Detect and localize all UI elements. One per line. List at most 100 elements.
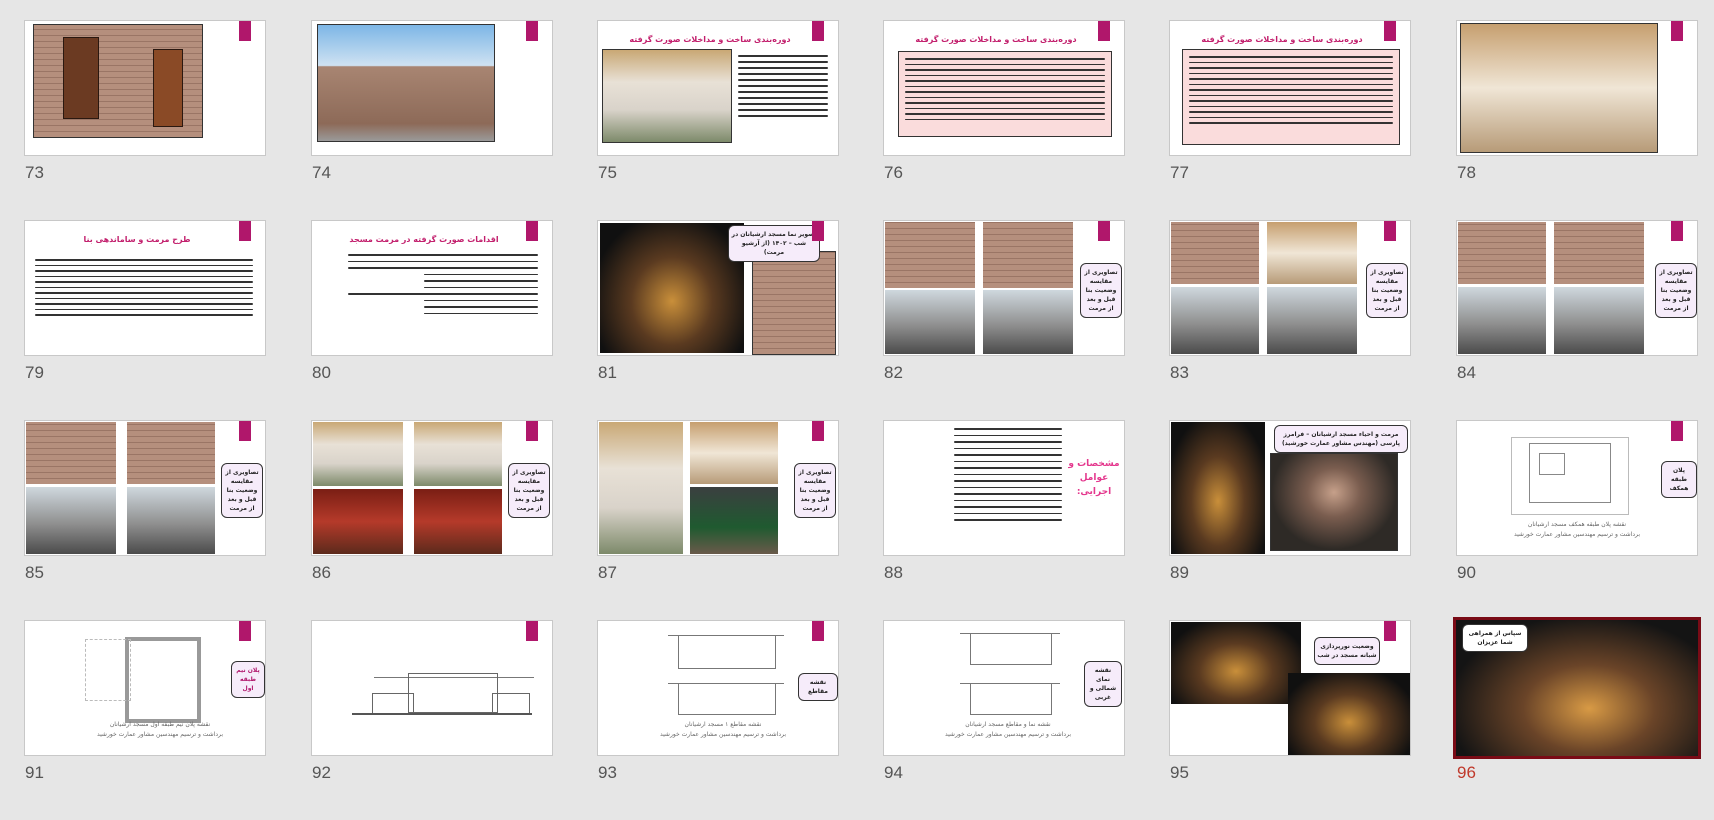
slide-number: 83 <box>1170 363 1189 382</box>
slide-preview[interactable]: وضعیت نورپردازی شبانه مسجد در شب <box>1169 620 1411 756</box>
slide-preview[interactable]: دوره‌بندی ساخت و مداخلات صورت گرفته <box>597 20 839 156</box>
slide-preview[interactable]: دوره‌بندی ساخت و مداخلات صورت گرفته <box>1169 20 1411 156</box>
slide-preview[interactable]: نقشه پلان نیم طبقه اول مسجد ارشیانان برد… <box>24 620 266 756</box>
slide-thumbnail-95[interactable]: وضعیت نورپردازی شبانه مسجد در شب 95 <box>1169 620 1455 820</box>
slide-accent-tab <box>239 221 251 241</box>
slide-preview[interactable] <box>311 620 553 756</box>
slide-preview[interactable] <box>1456 20 1698 156</box>
slide-caption-label: پلان طبقه همکف <box>1661 461 1697 498</box>
slide-caption-label: تصاویری از مقایسه وضعیت بنا قبل و بعد از… <box>221 463 263 518</box>
slide-caption-label: تصاویری از مقایسه وضعیت بنا قبل و بعد از… <box>508 463 550 518</box>
slide-thumbnail-83[interactable]: تصاویری از مقایسه وضعیت بنا قبل و بعد از… <box>1169 220 1455 420</box>
slide-preview[interactable]: اقدامات صورت گرفته در مرمت مسجد <box>311 220 553 356</box>
slide-number: 85 <box>25 563 44 582</box>
slide-title: دوره‌بندی ساخت و مداخلات صورت گرفته <box>629 35 791 44</box>
slide-title: طرح مرمت و ساماندهی بنا <box>83 235 191 244</box>
slide-accent-tab <box>812 421 824 441</box>
slide-number: 88 <box>884 563 903 582</box>
slide-body-text <box>954 423 1062 526</box>
slide-preview[interactable]: سپاس از همراهی شما عزیزان <box>1453 617 1701 759</box>
slide-number: 93 <box>598 763 617 782</box>
slide-preview[interactable]: نقشه پلان طبقه همکف مسجد ارشیانان برداشت… <box>1456 420 1698 556</box>
slide-preview[interactable]: طرح مرمت و ساماندهی بنا <box>24 220 266 356</box>
slide-thumbnail-74[interactable]: 74 <box>311 20 597 220</box>
slide-accent-tab <box>526 21 538 41</box>
slide-number: 84 <box>1457 363 1476 382</box>
slide-preview[interactable] <box>24 20 266 156</box>
slide-accent-tab <box>526 221 538 241</box>
slide-body-text <box>35 255 253 320</box>
slide-accent-tab <box>1384 21 1396 41</box>
slide-thumbnail-81[interactable]: تصویر نما مسجد ارشیانان در شب – ۱۴۰۲ (از… <box>597 220 883 420</box>
slide-number: 81 <box>598 363 617 382</box>
slide-accent-tab <box>812 221 824 241</box>
slide-thumbnail-93[interactable]: نقشه مقاطع ۱ مسجد ارشیانان برداشت و ترسی… <box>597 620 883 820</box>
slide-thumbnail-88[interactable]: مشخصات و عوامل اجرایی: 88 <box>883 420 1169 620</box>
slide-number: 75 <box>598 163 617 182</box>
slide-thumbnail-96-selected[interactable]: سپاس از همراهی شما عزیزان 96 <box>1453 617 1714 820</box>
slide-preview[interactable]: مرمت و احیاء مسجد ارشیانان – فرامرز پارس… <box>1169 420 1411 556</box>
slide-number: 92 <box>312 763 331 782</box>
slide-number: 80 <box>312 363 331 382</box>
slide-thumbnail-73[interactable]: 73 <box>24 20 310 220</box>
slide-preview[interactable]: دوره‌بندی ساخت و مداخلات صورت گرفته <box>883 20 1125 156</box>
slide-body-text <box>348 249 538 319</box>
slide-thumbnail-80[interactable]: اقدامات صورت گرفته در مرمت مسجد 80 <box>311 220 597 420</box>
slide-accent-tab <box>239 421 251 441</box>
slide-preview[interactable]: تصاویری از مقایسه وضعیت بنا قبل و بعد از… <box>1456 220 1698 356</box>
slide-accent-tab <box>1671 221 1683 241</box>
slide-body-text <box>738 51 828 121</box>
slide-thumbnail-86[interactable]: تصاویری از مقایسه وضعیت بنا قبل و بعد از… <box>311 420 597 620</box>
slide-number: 79 <box>25 363 44 382</box>
slide-preview[interactable]: تصاویری از مقایسه وضعیت بنا قبل و بعد از… <box>311 420 553 556</box>
slide-drawing-credit: برداشت و ترسیم مهندسین مشاور عمارت خورشی… <box>1513 531 1641 538</box>
slide-accent-tab <box>1098 221 1110 241</box>
slide-preview[interactable]: تصاویری از مقایسه وضعیت بنا قبل و بعد از… <box>597 420 839 556</box>
slide-caption-label: تصاویری از مقایسه وضعیت بنا قبل و بعد از… <box>1366 263 1408 318</box>
slide-number: 90 <box>1457 563 1476 582</box>
slide-preview[interactable]: مشخصات و عوامل اجرایی: <box>883 420 1125 556</box>
slide-accent-tab <box>812 621 824 641</box>
slide-thumbnail-92[interactable]: 92 <box>311 620 597 820</box>
slide-preview[interactable]: تصاویری از مقایسه وضعیت بنا قبل و بعد از… <box>24 420 266 556</box>
slide-thumbnail-78[interactable]: 78 <box>1456 20 1714 220</box>
slide-preview[interactable]: تصاویری از مقایسه وضعیت بنا قبل و بعد از… <box>883 220 1125 356</box>
slide-caption-label: تصاویری از مقایسه وضعیت بنا قبل و بعد از… <box>794 463 836 518</box>
slide-thumbnail-75[interactable]: دوره‌بندی ساخت و مداخلات صورت گرفته 75 <box>597 20 883 220</box>
slide-accent-tab <box>526 621 538 641</box>
slide-caption-label: تصویر نما مسجد ارشیانان در شب – ۱۴۰۲ (از… <box>728 225 820 262</box>
slide-drawing-caption: نقشه مقاطع ۱ مسجد ارشیانان <box>684 721 762 728</box>
slide-number: 94 <box>884 763 903 782</box>
slide-title: اقدامات صورت گرفته در مرمت مسجد <box>349 235 499 244</box>
slide-preview[interactable]: تصاویری از مقایسه وضعیت بنا قبل و بعد از… <box>1169 220 1411 356</box>
slide-preview[interactable]: تصویر نما مسجد ارشیانان در شب – ۱۴۰۲ (از… <box>597 220 839 356</box>
slide-caption-label: تصاویری از مقایسه وضعیت بنا قبل و بعد از… <box>1080 263 1122 318</box>
slide-number: 73 <box>25 163 44 182</box>
slide-thumbnail-84[interactable]: تصاویری از مقایسه وضعیت بنا قبل و بعد از… <box>1456 220 1714 420</box>
slide-thumbnail-77[interactable]: دوره‌بندی ساخت و مداخلات صورت گرفته 77 <box>1169 20 1455 220</box>
slide-caption-label: وضعیت نورپردازی شبانه مسجد در شب <box>1314 637 1380 665</box>
slide-caption-label: مرمت و احیاء مسجد ارشیانان – فرامرز پارس… <box>1274 425 1408 453</box>
slide-preview[interactable]: نقشه مقاطع ۱ مسجد ارشیانان برداشت و ترسی… <box>597 620 839 756</box>
slide-number: 74 <box>312 163 331 182</box>
slide-preview[interactable] <box>311 20 553 156</box>
slide-drawing-credit: برداشت و ترسیم مهندسین مشاور عمارت خورشی… <box>659 731 787 738</box>
slide-number: 89 <box>1170 563 1189 582</box>
slide-title: دوره‌بندی ساخت و مداخلات صورت گرفته <box>1201 35 1363 44</box>
slide-thumbnail-94[interactable]: نقشه نما و مقاطع مسجد ارشیانان برداشت و … <box>883 620 1169 820</box>
slide-thumbnail-90[interactable]: نقشه پلان طبقه همکف مسجد ارشیانان برداشت… <box>1456 420 1714 620</box>
slide-thumbnail-87[interactable]: تصاویری از مقایسه وضعیت بنا قبل و بعد از… <box>597 420 883 620</box>
slide-thumbnail-82[interactable]: تصاویری از مقایسه وضعیت بنا قبل و بعد از… <box>883 220 1169 420</box>
slide-thumbnail-85[interactable]: تصاویری از مقایسه وضعیت بنا قبل و بعد از… <box>24 420 310 620</box>
slide-preview[interactable]: نقشه نما و مقاطع مسجد ارشیانان برداشت و … <box>883 620 1125 756</box>
slide-caption-label: سپاس از همراهی شما عزیزان <box>1462 624 1528 652</box>
slide-drawing-credit: برداشت و ترسیم مهندسین مشاور عمارت خورشی… <box>944 731 1072 738</box>
slide-thumbnail-76[interactable]: دوره‌بندی ساخت و مداخلات صورت گرفته 76 <box>883 20 1169 220</box>
slide-accent-tab <box>1671 421 1683 441</box>
slide-number: 91 <box>25 763 44 782</box>
slide-thumbnail-89[interactable]: مرمت و احیاء مسجد ارشیانان – فرامرز پارس… <box>1169 420 1455 620</box>
slide-thumbnail-91[interactable]: نقشه پلان نیم طبقه اول مسجد ارشیانان برد… <box>24 620 310 820</box>
slide-accent-tab <box>239 621 251 641</box>
slide-accent-tab <box>526 421 538 441</box>
slide-thumbnail-79[interactable]: طرح مرمت و ساماندهی بنا 79 <box>24 220 310 420</box>
